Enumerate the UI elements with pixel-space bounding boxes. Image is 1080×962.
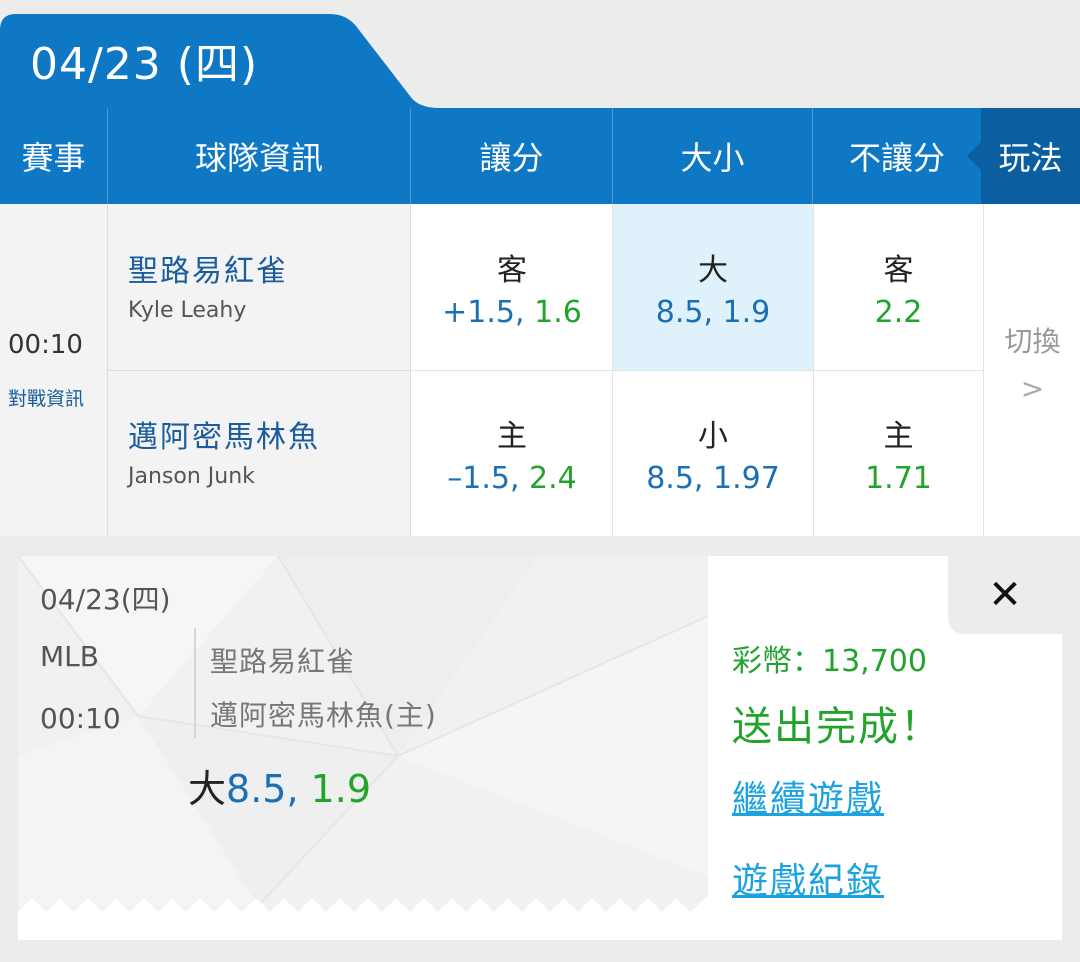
handicap-home-line: –1.5, [447, 460, 520, 496]
away-team-name: 聖路易紅雀 [128, 254, 288, 289]
slip-time: 00:10 [40, 702, 121, 735]
moneyline-home-price: 1.71 [865, 460, 932, 496]
home-team: 邁阿密馬林魚 Janson Junk [128, 412, 320, 489]
bet-ticket: 04/23(四) MLB 00:10 聖路易紅雀 邁阿密馬林魚(主) 大8.5,… [18, 556, 708, 940]
under-price: 1.97 [713, 460, 780, 496]
odds-row-divider [412, 370, 983, 371]
event-cell: 00:10 對戰資訊 [0, 204, 108, 536]
moneyline-away-odds[interactable]: 客 2.2 [814, 204, 983, 370]
header-event: 賽事 [0, 108, 108, 204]
away-team: 聖路易紅雀 Kyle Leahy [128, 246, 288, 323]
row-divider [108, 370, 410, 371]
vs-info-link[interactable]: 對戰資訊 [8, 384, 84, 411]
slip-league: MLB [40, 640, 99, 673]
away-pitcher: Kyle Leahy [128, 298, 247, 323]
slip-away-team: 聖路易紅雀 [210, 645, 356, 678]
team-info-cell: 聖路易紅雀 Kyle Leahy 邁阿密馬林魚 Janson Junk [108, 204, 411, 536]
odds-table-header: 賽事 球隊資訊 讓分 大小 不讓分 玩法 [0, 108, 1080, 204]
slip-pick-line: 8.5, [226, 767, 299, 811]
match-table: 00:10 對戰資訊 聖路易紅雀 Kyle Leahy 邁阿密馬林魚 Janso… [0, 204, 1080, 536]
header-handicap: 讓分 [411, 108, 613, 204]
over-price: 1.9 [722, 294, 771, 330]
over-odds[interactable]: 大 8.5, 1.9 [613, 204, 814, 370]
slip-pick-odds: 1.9 [310, 767, 372, 811]
bet-slip: 04/23(四) MLB 00:10 聖路易紅雀 邁阿密馬林魚(主) 大8.5,… [18, 556, 1062, 940]
over-label: 大 [698, 252, 728, 288]
under-label: 小 [698, 418, 728, 454]
header-moneyline: 不讓分 [848, 139, 945, 177]
handicap-away-odds[interactable]: 客 +1.5, 1.6 [412, 204, 613, 370]
header-over-under: 大小 [613, 108, 813, 204]
slip-divider [194, 628, 196, 738]
handicap-home-odds[interactable]: 主 –1.5, 2.4 [412, 370, 613, 536]
header-team-info: 球隊資訊 [108, 108, 411, 204]
date-tab: 04/23 (四) [0, 0, 440, 110]
slip-home-team: 邁阿密馬林魚(主) [210, 699, 437, 732]
moneyline-home-odds[interactable]: 主 1.71 [814, 370, 983, 536]
moneyline-away-price: 2.2 [874, 294, 923, 330]
home-team-name: 邁阿密馬林魚 [128, 420, 320, 455]
slip-pick-label: 大 [188, 767, 227, 811]
handicap-home-label: 主 [497, 418, 527, 454]
handicap-away-label: 客 [497, 252, 527, 288]
continue-game-link[interactable]: 繼續遊戲 [732, 770, 884, 822]
home-pitcher: Janson Junk [128, 464, 255, 489]
game-history-link[interactable]: 遊戲紀錄 [732, 852, 884, 904]
under-odds[interactable]: 小 8.5, 1.97 [613, 370, 814, 536]
submit-status: 送出完成！ [732, 704, 942, 750]
switch-button[interactable]: 切換 > [983, 204, 1080, 536]
under-line: 8.5, [646, 460, 704, 496]
match-time: 00:10 [8, 330, 83, 360]
credit-balance: 彩幣：13,700 [732, 644, 927, 679]
chevron-right-icon: > [1020, 372, 1045, 405]
handicap-away-price: 1.6 [534, 294, 582, 330]
slip-date: 04/23(四) [40, 583, 171, 616]
switch-label: 切換 [1004, 325, 1061, 358]
close-icon[interactable]: ✕ [948, 556, 1062, 634]
date-label: 04/23 (四) [30, 39, 259, 90]
handicap-home-price: 2.4 [529, 460, 577, 496]
slip-pick: 大8.5, 1.9 [188, 758, 371, 813]
handicap-away-line: +1.5, [442, 294, 525, 330]
over-line: 8.5, [655, 294, 713, 330]
moneyline-home-label: 主 [883, 418, 914, 454]
moneyline-away-label: 客 [883, 252, 914, 288]
play-mode-button[interactable]: 玩法 [967, 108, 1080, 204]
